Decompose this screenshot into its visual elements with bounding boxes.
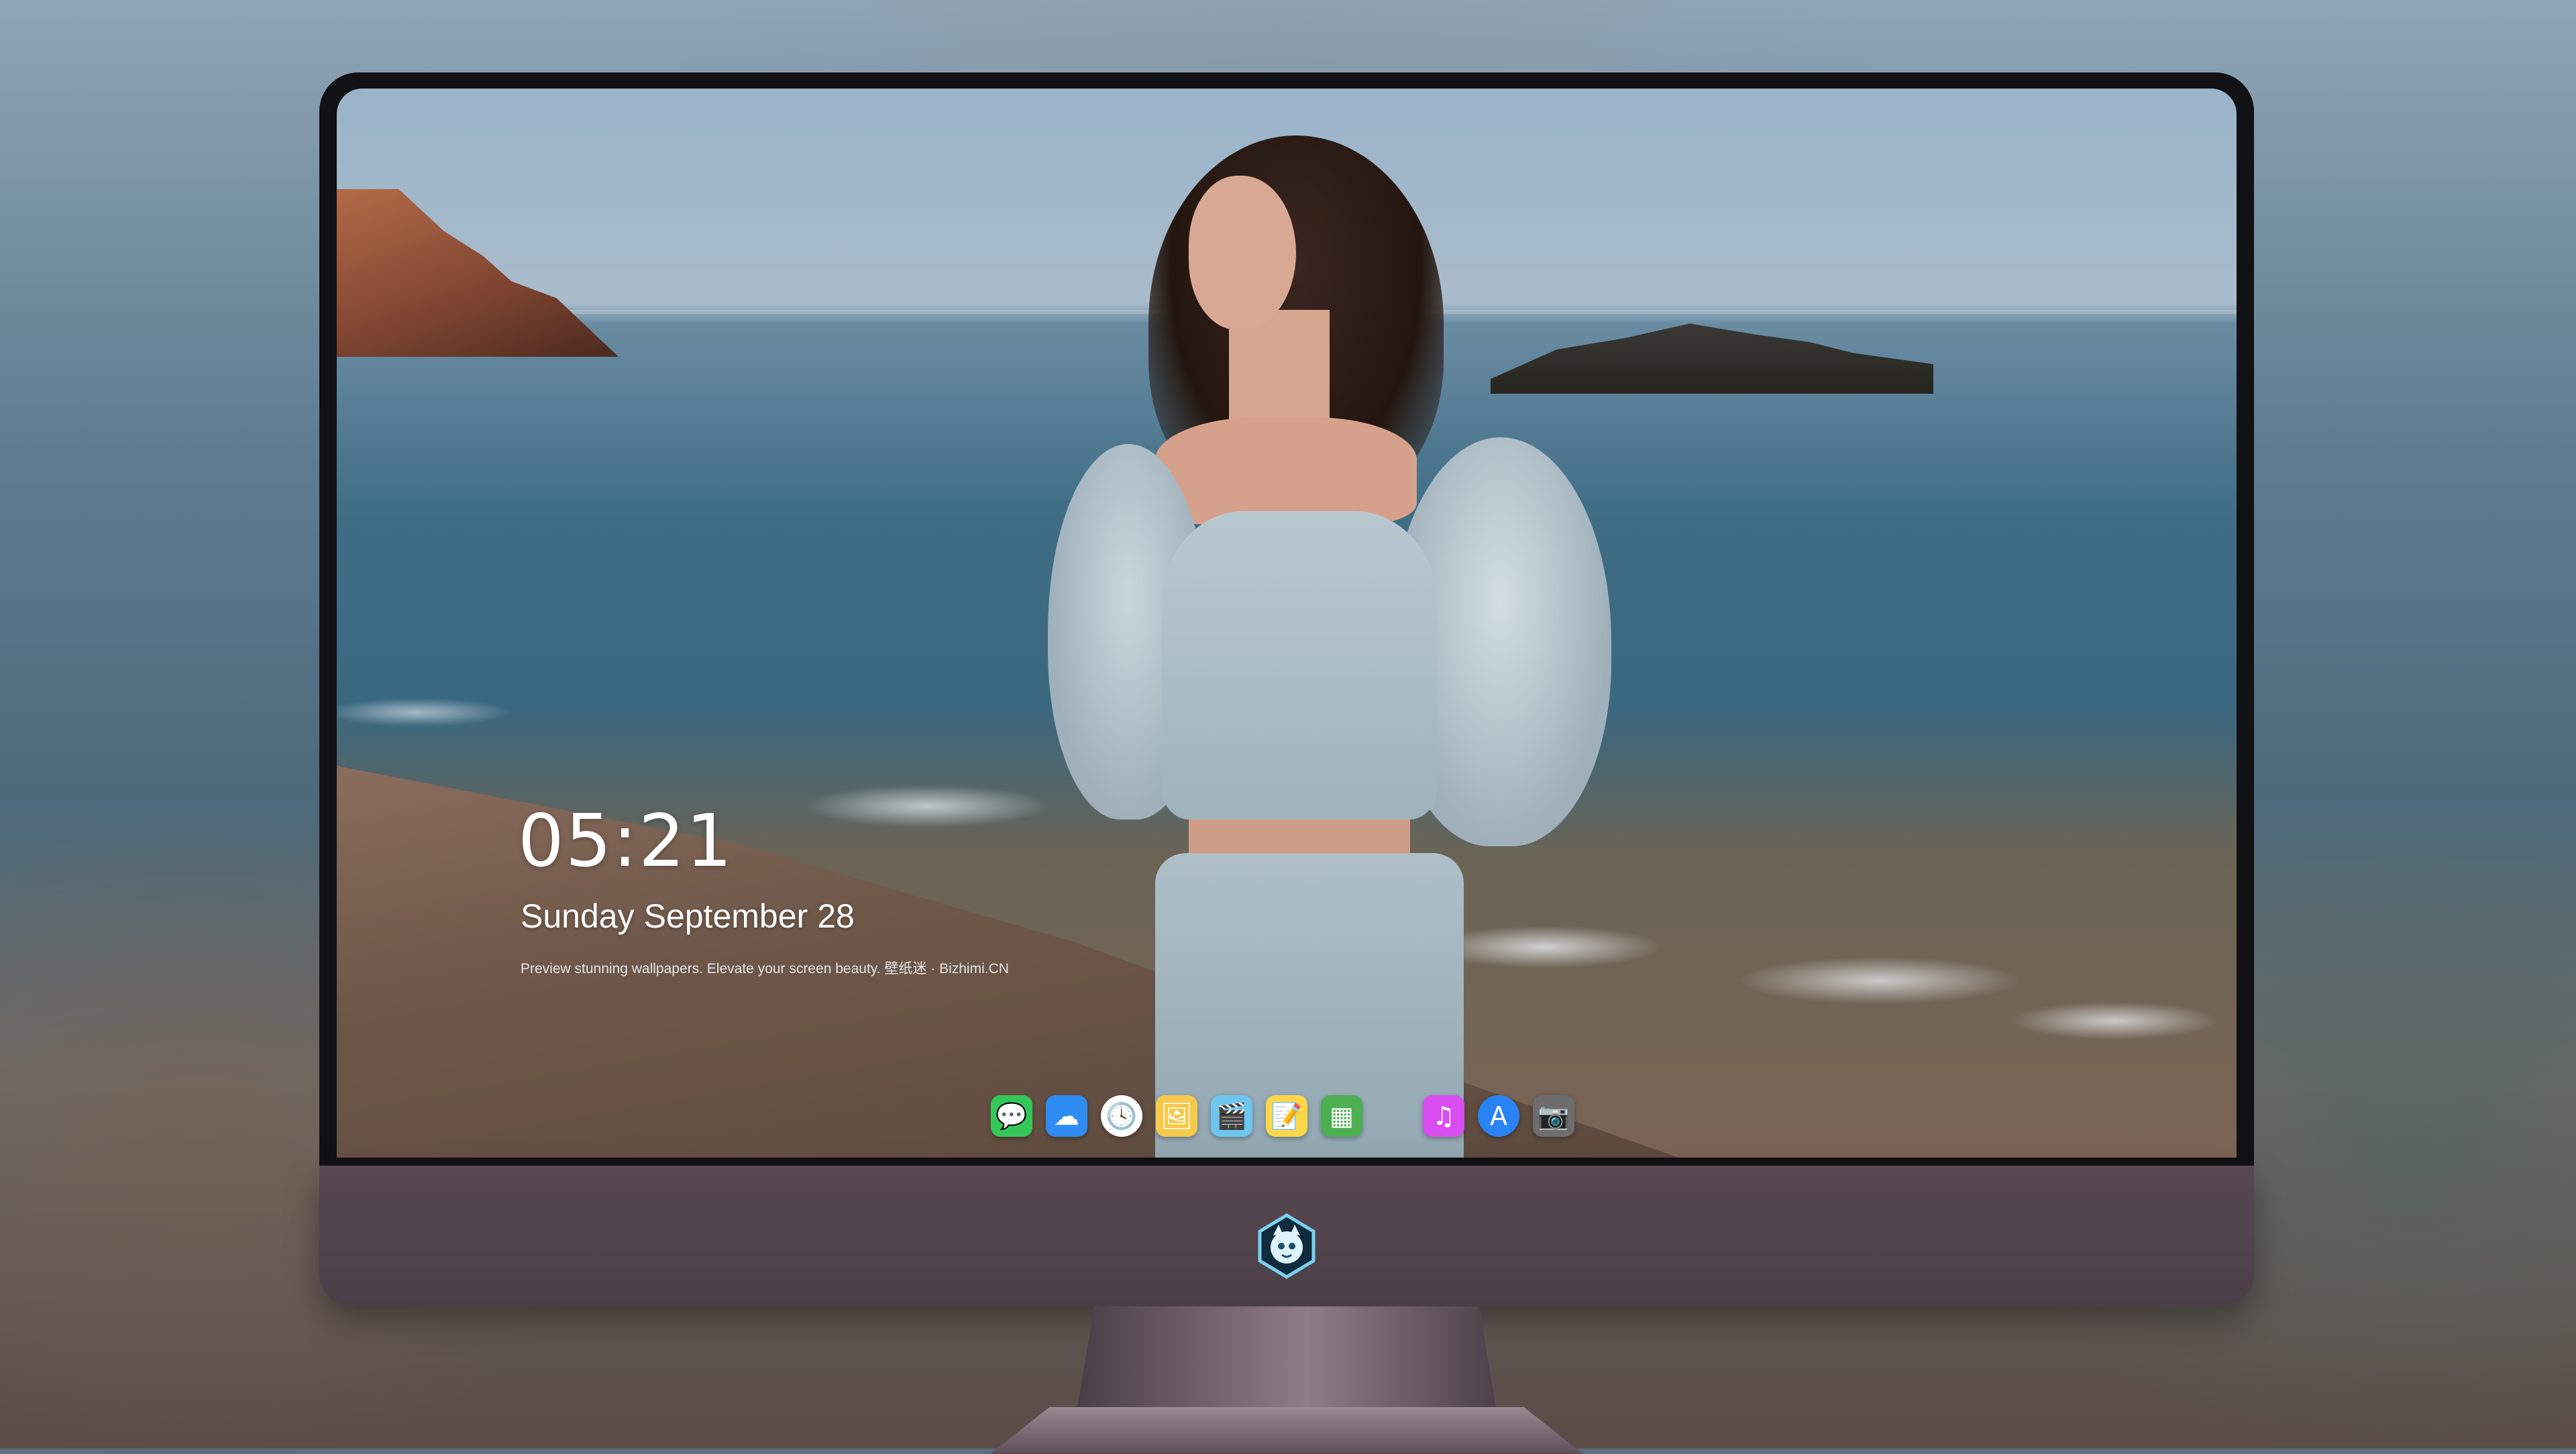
camera-app[interactable]: 📷 [1533,1095,1574,1137]
preview-app[interactable]: 🖼 [1156,1095,1197,1137]
monitor: 05:21 Sunday September 28 Preview stunning… [319,72,2254,1454]
lockscreen-time: 05:21 [518,799,734,883]
camera-icon: 📷 [1538,1101,1570,1131]
corset-top [1162,511,1437,820]
photo-booth-app[interactable]: ▦ [1321,1095,1362,1137]
face [1189,176,1296,330]
app-store-icon: A [1490,1101,1507,1131]
monitor-chin [319,1166,2254,1306]
chat-bubble-icon: 💬 [996,1101,1028,1131]
lockscreen-tagline: Preview stunning wallpapers. Elevate you… [521,961,1009,976]
cloud-icon: ☁ [1054,1101,1079,1131]
wallpaper-screen[interactable]: 05:21 Sunday September 28 Preview stunning… [337,89,2237,1158]
video-editor-app[interactable]: 🎬 [1211,1095,1252,1137]
monitor-stand-neck [1077,1306,1496,1407]
date-day: Sunday [521,897,635,935]
clock-app[interactable]: 🕓 [1101,1095,1142,1137]
monitor-stand-base [990,1407,1583,1454]
weather-app[interactable]: ☁ [1046,1095,1087,1137]
messages-app[interactable]: 💬 [991,1095,1032,1137]
dock: 💬 ☁ 🕓 🖼 🎬 📝 ▦ ♫ A 📷 [981,1084,1585,1148]
clock-icon: 🕓 [1106,1101,1138,1131]
monitor-bezel: 05:21 Sunday September 28 Preview stunning… [319,72,2254,1166]
date-number: 28 [817,897,855,935]
preview-icon: 🖼 [1160,1101,1193,1131]
cliff-rock [337,189,619,357]
woman-figure [1034,135,1611,1158]
mascot-logo-icon [1258,1213,1316,1279]
lockscreen-date: Sunday September 28 [521,897,864,936]
music-app[interactable]: ♫ [1423,1095,1464,1137]
chest [1155,417,1417,524]
music-note-icon: ♫ [1432,1101,1456,1131]
notes-icon: 📝 [1271,1101,1303,1131]
app-store-app[interactable]: A [1478,1095,1519,1137]
notes-app[interactable]: 📝 [1266,1095,1307,1137]
photo-grid-icon: ▦ [1330,1101,1354,1131]
clapperboard-icon: 🎬 [1216,1101,1248,1131]
date-month: September [643,897,808,935]
